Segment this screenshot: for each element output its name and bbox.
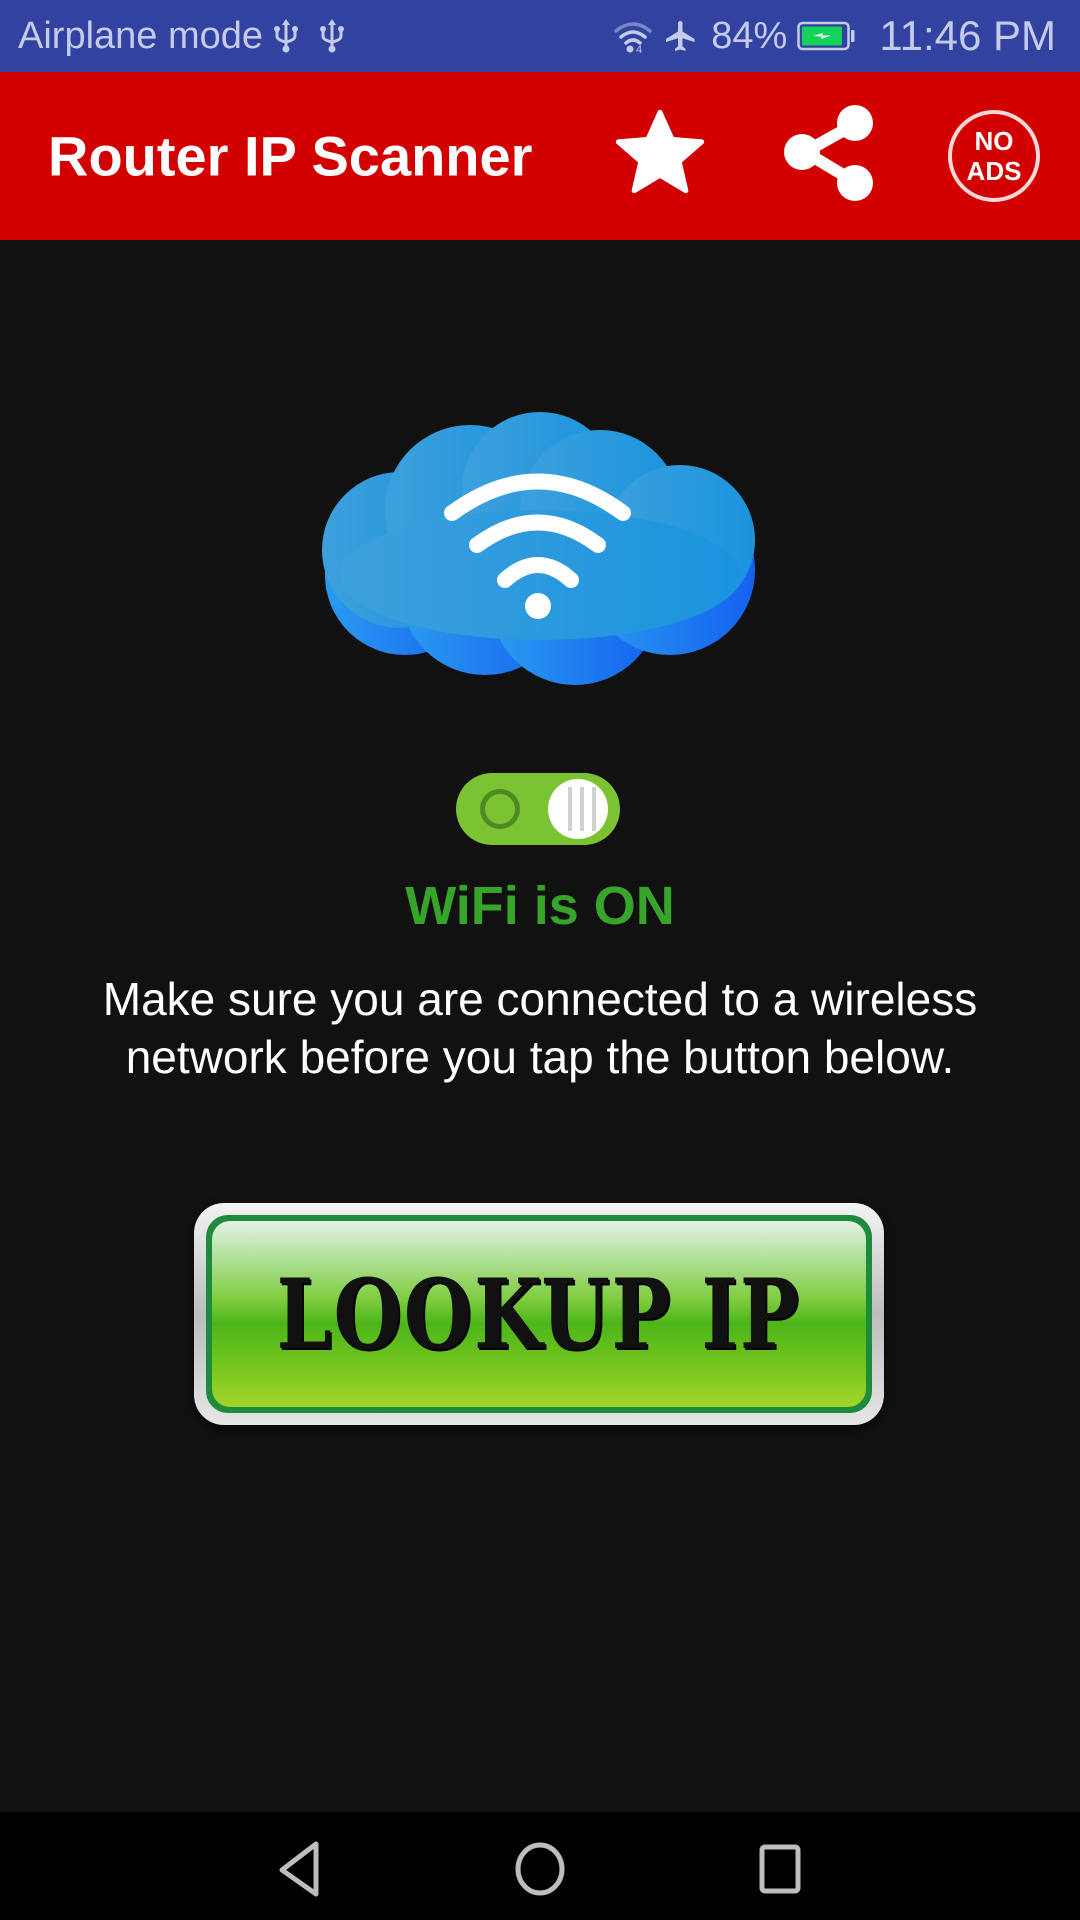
clock: 11:46 PM xyxy=(879,12,1056,59)
instructions-text: Make sure you are connected to a wireles… xyxy=(102,973,978,1083)
wifi-status-text: WiFi is ON xyxy=(405,876,675,936)
battery-charging-icon xyxy=(797,21,857,51)
lookup-button-face: LOOKUP IP xyxy=(212,1221,866,1407)
share-icon xyxy=(778,104,878,209)
rate-button[interactable] xyxy=(608,104,712,208)
toggle-knob xyxy=(548,779,608,839)
no-ads-line1: NO xyxy=(974,126,1014,156)
back-button[interactable] xyxy=(260,1832,340,1902)
back-icon xyxy=(260,1841,340,1906)
usb-icon xyxy=(273,18,299,54)
wifi-signal-icon: 4 xyxy=(613,19,653,53)
lookup-ip-button[interactable]: LOOKUP IP xyxy=(194,1203,884,1425)
app-title: Router IP Scanner xyxy=(48,124,533,188)
lookup-button-label: LOOKUP IP xyxy=(276,1257,802,1371)
home-icon xyxy=(500,1842,580,1906)
app-bar: Router IP Scanner NO ADS xyxy=(0,72,1080,240)
star-icon xyxy=(610,106,710,207)
navigation-bar xyxy=(0,1812,1080,1920)
status-right: 4 84% 11:46 PM xyxy=(613,12,1056,60)
usb-icon xyxy=(319,18,345,54)
lookup-button-border: LOOKUP IP xyxy=(206,1215,872,1413)
wifi-toggle[interactable] xyxy=(456,773,620,845)
airplane-mode-label: Airplane mode xyxy=(18,14,264,57)
recents-icon xyxy=(740,1844,820,1906)
share-button[interactable] xyxy=(776,104,880,208)
wifi-cloud-icon xyxy=(310,400,770,700)
no-ads-button[interactable]: NO ADS xyxy=(948,110,1040,202)
no-ads-line2: ADS xyxy=(966,156,1022,186)
status-left: Airplane mode xyxy=(18,15,345,58)
battery-percent: 84% xyxy=(711,14,788,57)
svg-text:4: 4 xyxy=(636,44,642,53)
toggle-off-indicator xyxy=(480,789,520,829)
home-button[interactable] xyxy=(500,1832,580,1902)
status-bar: Airplane mode 4 84% 11:46 PM xyxy=(0,0,1080,72)
airplane-icon xyxy=(663,18,699,54)
recents-button[interactable] xyxy=(740,1832,820,1902)
